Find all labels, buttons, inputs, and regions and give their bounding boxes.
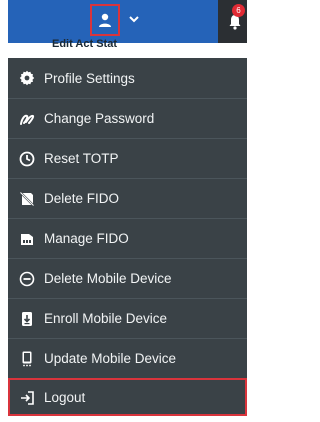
mobile-download-icon	[22, 311, 32, 326]
menu-item-label: Delete Mobile Device	[44, 271, 172, 286]
menu-item-reset-totp[interactable]: Reset TOTP	[8, 138, 247, 178]
menu-item-label: Logout	[44, 390, 86, 405]
menu-item-profile-settings[interactable]: Profile Settings	[8, 58, 247, 98]
minus-circle-icon	[19, 271, 35, 286]
menu-item-manage-fido[interactable]: Manage FIDO	[8, 218, 247, 258]
top-navigation-bar: 6	[0, 0, 247, 43]
logout-icon	[21, 390, 34, 405]
menu-item-delete-mobile-device[interactable]: Delete Mobile Device	[8, 258, 247, 298]
menu-item-label: Manage FIDO	[44, 231, 129, 246]
mobile-icon	[22, 351, 32, 366]
menu-item-label: Delete FIDO	[44, 191, 120, 206]
gear-icon	[19, 70, 35, 86]
menu-item-label: Profile Settings	[44, 70, 135, 86]
background-page-heading: Edit Act Stat	[52, 38, 117, 50]
delete-key-icon	[19, 191, 35, 206]
notification-count-badge: 6	[232, 4, 245, 17]
menu-item-logout[interactable]: Logout	[8, 378, 247, 416]
menu-item-label: Enroll Mobile Device	[44, 311, 168, 326]
topbar-left-edge	[0, 0, 8, 43]
user-icon	[99, 13, 111, 27]
menu-item-enroll-mobile-device[interactable]: Enroll Mobile Device	[8, 298, 247, 338]
clock-icon	[19, 151, 35, 166]
menu-item-delete-fido[interactable]: Delete FIDO	[8, 178, 247, 218]
menu-item-label: Change Password	[44, 111, 155, 126]
menu-item-change-password[interactable]: Change Password	[8, 98, 247, 138]
menu-item-label: Reset TOTP	[44, 151, 119, 166]
menu-item-label: Update Mobile Device	[44, 351, 177, 366]
chevron-down-icon[interactable]	[127, 12, 141, 26]
user-dropdown-menu: Profile Settings Change Password Reset T…	[8, 58, 247, 416]
user-menu-button[interactable]	[90, 4, 120, 36]
key-device-icon	[21, 233, 33, 245]
menu-item-update-mobile-device[interactable]: Update Mobile Device	[8, 338, 247, 378]
page-bottom-edge	[0, 416, 247, 422]
password-icon	[20, 114, 35, 125]
